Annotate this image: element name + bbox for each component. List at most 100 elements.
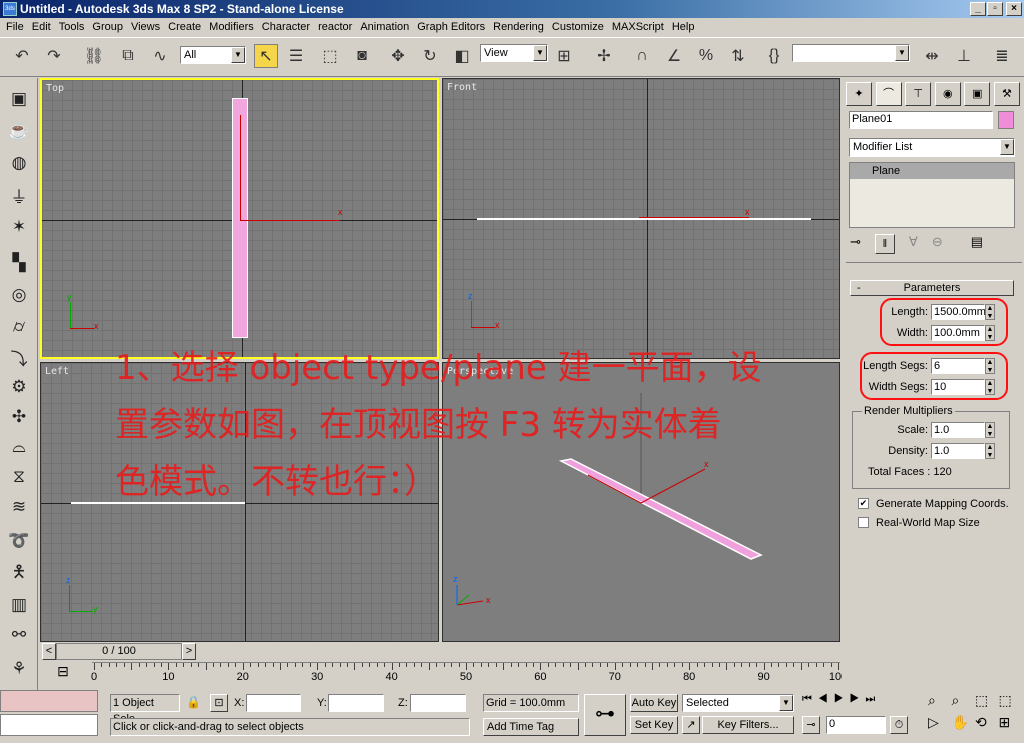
menu-customize[interactable]: Customize bbox=[548, 18, 608, 37]
teapot-icon[interactable]: ☕ bbox=[6, 118, 32, 144]
angle-snap-icon[interactable]: ∠ bbox=[662, 44, 686, 68]
checker-icon[interactable]: ▚ bbox=[6, 250, 32, 276]
fov-icon[interactable]: ▷ bbox=[928, 714, 952, 736]
box-icon[interactable]: ▣ bbox=[6, 86, 32, 112]
named-selection-sets-icon[interactable]: {} bbox=[762, 44, 786, 68]
density-spinner[interactable]: ▲ ▼ bbox=[985, 443, 995, 459]
zoom-extents-all-icon[interactable]: ⬚ bbox=[999, 692, 1023, 714]
object-color-swatch[interactable] bbox=[998, 111, 1014, 129]
helix-icon[interactable]: ➰ bbox=[6, 528, 32, 554]
spinner-snap-icon[interactable]: ⇅ bbox=[726, 44, 750, 68]
sphere-icon[interactable]: ◍ bbox=[6, 150, 32, 176]
menu-group[interactable]: Group bbox=[88, 18, 127, 37]
gear-icon[interactable]: ⚙ bbox=[6, 374, 32, 400]
percent-snap-icon[interactable]: % bbox=[694, 44, 718, 68]
current-frame-field[interactable]: 0 bbox=[826, 716, 886, 734]
align-icon[interactable]: ⊥ bbox=[952, 44, 976, 68]
add-time-tag-button[interactable]: Add Time Tag bbox=[483, 718, 579, 736]
play-icon[interactable]: ▶ bbox=[834, 693, 850, 705]
biped-icon[interactable]: 🯅 bbox=[6, 560, 32, 586]
undo-icon[interactable]: ↶ bbox=[10, 44, 34, 68]
menu-edit[interactable]: Edit bbox=[28, 18, 55, 37]
plane-object-front[interactable] bbox=[477, 218, 811, 220]
viewport-front[interactable]: Front x z x bbox=[442, 78, 840, 359]
panel-icon[interactable]: ▥ bbox=[6, 592, 32, 618]
layer-manager-icon[interactable]: ≣ bbox=[990, 44, 1014, 68]
hierarchy-tab-icon[interactable]: ⊤ bbox=[905, 82, 932, 106]
real-world-checkbox[interactable] bbox=[858, 517, 869, 528]
window-crossing-icon[interactable]: ◙ bbox=[350, 44, 374, 68]
select-by-name-icon[interactable]: ☰ bbox=[284, 44, 308, 68]
bind-spacewarp-icon[interactable]: ∿ bbox=[148, 44, 172, 68]
absolute-mode-icon[interactable]: ⊡ bbox=[210, 694, 228, 712]
ref-coord-dropdown[interactable]: View ▼ bbox=[480, 44, 548, 62]
prev-frame-icon[interactable]: ◀ bbox=[818, 693, 834, 705]
time-next-icon[interactable]: > bbox=[182, 643, 196, 660]
zoom-extents-icon[interactable]: ⬚ bbox=[975, 692, 999, 714]
rotate-icon[interactable]: ↻ bbox=[418, 44, 442, 68]
y-coord-field[interactable] bbox=[328, 694, 384, 712]
viewport-label-top[interactable]: Top bbox=[46, 83, 64, 94]
menu-tools[interactable]: Tools bbox=[55, 18, 89, 37]
arc-rotate-icon[interactable]: ⟲ bbox=[975, 714, 999, 736]
menu-modifiers[interactable]: Modifiers bbox=[205, 18, 258, 37]
viewport-top[interactable]: Top x y x bbox=[40, 78, 439, 359]
mini-curve-editor-icon[interactable]: ⊟ bbox=[52, 663, 74, 685]
key-filters-button[interactable]: Key Filters... bbox=[702, 716, 794, 734]
trackbar[interactable]: 0 10 20 30 40 50 60 70 80 90 100 bbox=[40, 662, 847, 687]
configure-sets-icon[interactable]: ▤ bbox=[971, 234, 983, 254]
maxscript-input[interactable] bbox=[0, 714, 98, 736]
menu-graph-editors[interactable]: Graph Editors bbox=[413, 18, 489, 37]
pin-stack-icon[interactable]: ⊸ bbox=[850, 234, 861, 254]
mirror-icon[interactable]: ⇹ bbox=[920, 44, 944, 68]
menu-reactor[interactable]: reactor bbox=[314, 18, 356, 37]
motion-tab-icon[interactable]: ◉ bbox=[934, 82, 961, 106]
maxscript-listener[interactable] bbox=[0, 690, 98, 712]
menu-animation[interactable]: Animation bbox=[356, 18, 413, 37]
utilities-tab-icon[interactable]: ⚒ bbox=[993, 82, 1020, 106]
viewport-label-front[interactable]: Front bbox=[447, 82, 477, 93]
time-slider[interactable]: < 0 / 100 > bbox=[40, 643, 840, 660]
manipulate-icon[interactable]: ✢ bbox=[592, 44, 616, 68]
make-unique-icon[interactable]: ∀ bbox=[909, 234, 918, 254]
object-name-field[interactable]: Plane01 bbox=[849, 111, 993, 129]
wave-icon[interactable]: ≋ bbox=[6, 494, 32, 520]
move-icon[interactable]: ✥ bbox=[386, 44, 410, 68]
cone-icon[interactable]: ⏚ bbox=[6, 182, 32, 208]
cylinder-icon[interactable]: ⌭ bbox=[6, 314, 32, 340]
modifier-list-dropdown[interactable]: Modifier List ▼ bbox=[849, 138, 1015, 157]
scale-field[interactable]: 1.0 bbox=[931, 422, 985, 438]
menu-file[interactable]: File bbox=[2, 18, 28, 37]
pivot-center-icon[interactable]: ⊞ bbox=[552, 44, 576, 68]
gen-mapping-checkbox[interactable]: ✔ bbox=[858, 498, 869, 509]
z-coord-field[interactable] bbox=[410, 694, 466, 712]
noise-icon[interactable]: ✣ bbox=[6, 404, 32, 430]
minimize-button[interactable]: _ bbox=[970, 2, 986, 16]
named-selection-dropdown[interactable]: ▼ bbox=[792, 44, 910, 62]
key-selection-dropdown[interactable]: Selected ▼ bbox=[682, 694, 794, 712]
auto-key-button[interactable]: Auto Key bbox=[630, 694, 678, 712]
bones-icon[interactable]: ⚯ bbox=[6, 622, 32, 648]
menu-rendering[interactable]: Rendering bbox=[489, 18, 548, 37]
lock-icon[interactable]: 🔒 bbox=[186, 695, 201, 709]
parameters-rollout-header[interactable]: - Parameters bbox=[850, 280, 1014, 296]
select-object-icon[interactable]: ↖ bbox=[254, 44, 278, 68]
time-prev-icon[interactable]: < bbox=[42, 643, 56, 660]
menu-character[interactable]: Character bbox=[258, 18, 314, 37]
twist-icon[interactable]: ⧖ bbox=[6, 464, 32, 490]
time-slider-thumb[interactable]: 0 / 100 bbox=[56, 643, 182, 660]
menu-views[interactable]: Views bbox=[127, 18, 164, 37]
selection-filter-dropdown[interactable]: All ▼ bbox=[180, 46, 246, 64]
figure-icon[interactable]: ⚘ bbox=[6, 656, 32, 682]
rect-selection-icon[interactable]: ⬚ bbox=[318, 44, 342, 68]
bend-modifier-icon[interactable]: ⌓ bbox=[6, 434, 32, 460]
goto-end-icon[interactable]: ⏭ bbox=[865, 693, 881, 705]
maximize-viewport-icon[interactable]: ⊞ bbox=[999, 714, 1023, 736]
menu-maxscript[interactable]: MAXScript bbox=[608, 18, 668, 37]
scale-spinner[interactable]: ▲ ▼ bbox=[985, 422, 995, 438]
select-link-icon[interactable]: ⛓ bbox=[82, 44, 106, 68]
time-config-icon[interactable]: ⏱ bbox=[890, 716, 908, 734]
set-key-button[interactable]: Set Key bbox=[630, 716, 678, 734]
default-tangent-icon[interactable]: ↗ bbox=[682, 716, 700, 734]
menu-create[interactable]: Create bbox=[164, 18, 205, 37]
